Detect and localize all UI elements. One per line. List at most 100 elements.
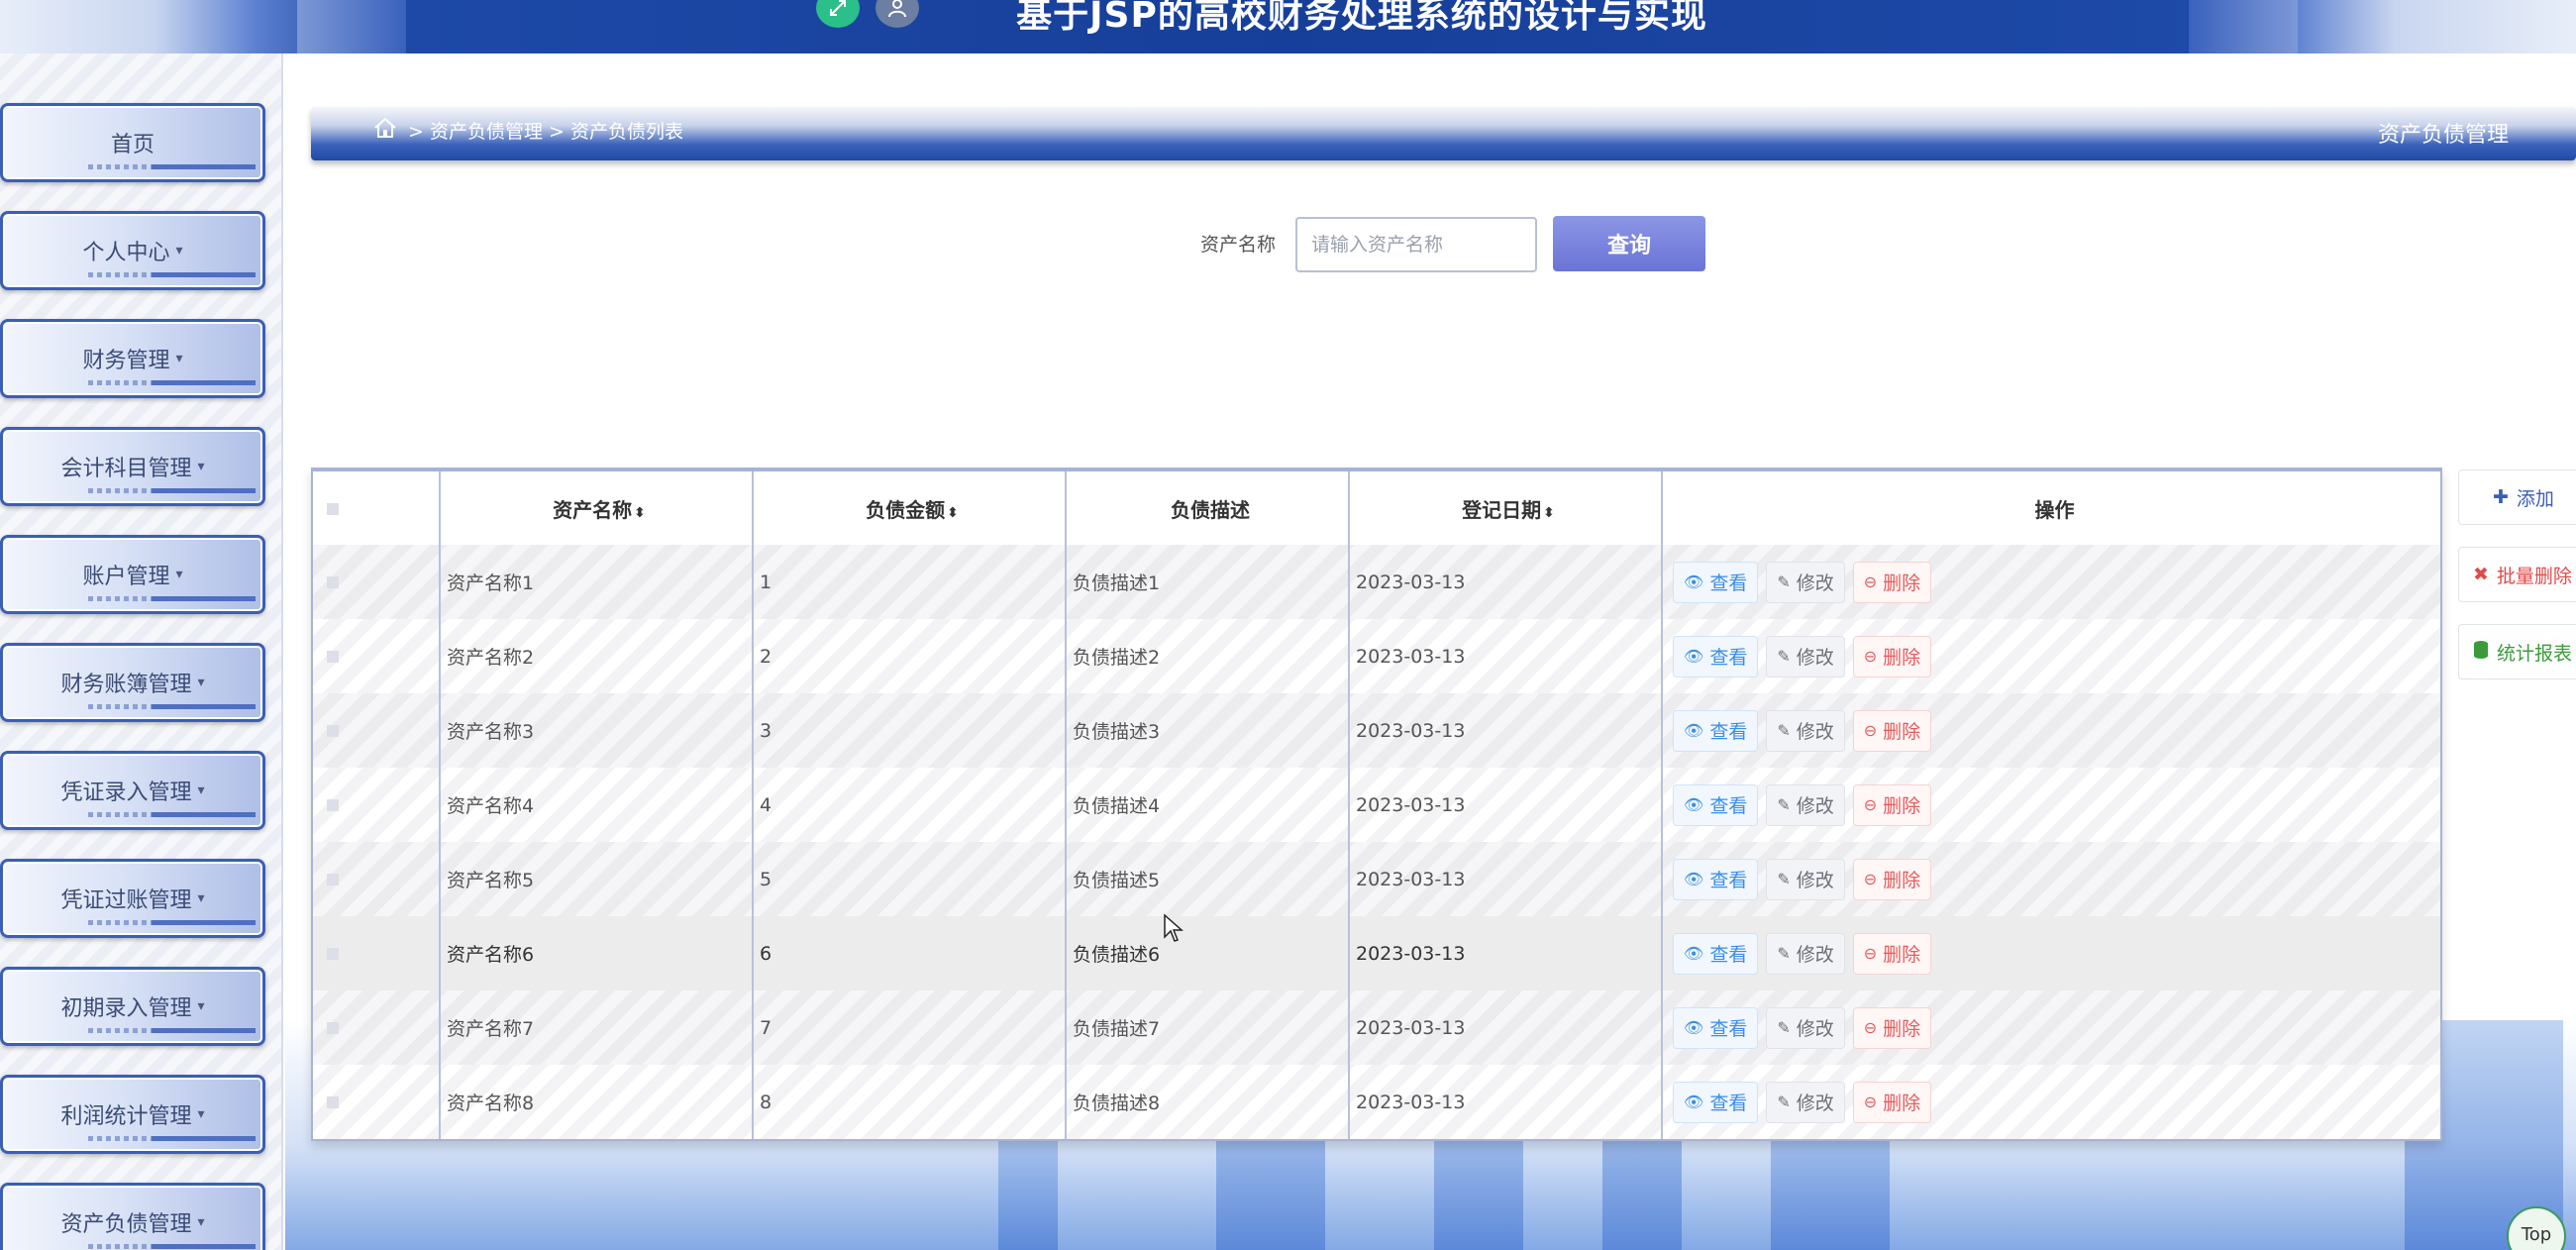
- row-checkbox[interactable]: [327, 650, 339, 663]
- column-label: 负债描述: [1171, 497, 1250, 522]
- delete-button[interactable]: ⊖ 删除: [1852, 1081, 1932, 1123]
- row-checkbox-cell[interactable]: [313, 768, 440, 842]
- row-checkbox[interactable]: [327, 798, 339, 811]
- view-button[interactable]: 👁 查看: [1673, 1006, 1759, 1049]
- select-all-checkbox[interactable]: [327, 503, 339, 515]
- row-checkbox[interactable]: [327, 724, 339, 737]
- delete-button[interactable]: ⊖ 删除: [1852, 1006, 1932, 1049]
- select-all-checkbox-cell[interactable]: [313, 471, 440, 545]
- row-checkbox[interactable]: [327, 873, 339, 885]
- table-row[interactable]: 资产名称4 4 负债描述4 2023-03-13 👁 查看 ✎ 修改 ⊖ 删除: [313, 768, 2440, 842]
- sort-icon[interactable]: ⬍: [1543, 505, 1555, 521]
- edit-button[interactable]: ✎ 修改: [1766, 1006, 1845, 1049]
- delete-button[interactable]: ⊖ 删除: [1852, 783, 1932, 826]
- cell-amount: 2: [752, 619, 1066, 693]
- edit-button[interactable]: ✎ 修改: [1766, 635, 1845, 677]
- view-button-label: 查看: [1709, 573, 1748, 594]
- edit-button[interactable]: ✎ 修改: [1766, 858, 1845, 900]
- cell-operations: 👁 查看 ✎ 修改 ⊖ 删除: [1661, 990, 2440, 1065]
- row-checkbox-cell[interactable]: [313, 990, 440, 1065]
- row-checkbox[interactable]: [327, 1095, 339, 1108]
- table-row[interactable]: 资产名称2 2 负债描述2 2023-03-13 👁 查看 ✎ 修改 ⊖ 删除: [313, 619, 2440, 693]
- column-amount[interactable]: 负债金额 ⬍: [752, 471, 1066, 545]
- delete-button-label: 删除: [1883, 795, 1921, 817]
- view-button[interactable]: 👁 查看: [1673, 635, 1759, 677]
- batch-delete-button[interactable]: ✖ 批量删除: [2458, 547, 2576, 602]
- delete-button[interactable]: ⊖ 删除: [1852, 932, 1932, 975]
- sidebar-item-7[interactable]: 凭证过账管理 ▾: [0, 859, 265, 938]
- cell-date: 2023-03-13: [1348, 619, 1662, 693]
- table-row[interactable]: 资产名称6 6 负债描述6 2023-03-13 👁 查看 ✎ 修改 ⊖ 删除: [313, 916, 2440, 990]
- view-button[interactable]: 👁 查看: [1673, 932, 1759, 975]
- asset-name-search-input[interactable]: [1295, 217, 1537, 272]
- breadcrumb-separator: >: [408, 121, 424, 143]
- home-icon[interactable]: [372, 115, 398, 145]
- sidebar-item-2[interactable]: 财务管理 ▾: [0, 319, 265, 398]
- delete-button[interactable]: ⊖ 删除: [1852, 635, 1932, 677]
- menu-decoration: [152, 704, 256, 709]
- delete-button-label: 删除: [1883, 1018, 1921, 1040]
- view-button[interactable]: 👁 查看: [1673, 1081, 1759, 1123]
- sidebar-item-1[interactable]: 个人中心 ▾: [0, 211, 265, 290]
- row-checkbox-cell[interactable]: [313, 916, 440, 990]
- edit-button[interactable]: ✎ 修改: [1766, 709, 1845, 752]
- table-row[interactable]: 资产名称5 5 负债描述5 2023-03-13 👁 查看 ✎ 修改 ⊖ 删除: [313, 842, 2440, 916]
- sidebar-item-8[interactable]: 初期录入管理 ▾: [0, 967, 265, 1046]
- cell-date: 2023-03-13: [1348, 990, 1662, 1065]
- row-checkbox[interactable]: [327, 947, 339, 960]
- delete-button-label: 删除: [1883, 573, 1921, 594]
- menu-decoration: [152, 1244, 256, 1249]
- table-row[interactable]: 资产名称1 1 负债描述1 2023-03-13 👁 查看 ✎ 修改 ⊖ 删除: [313, 545, 2440, 619]
- sidebar-item-9[interactable]: 利润统计管理 ▾: [0, 1075, 265, 1154]
- cell-operations: 👁 查看 ✎ 修改 ⊖ 删除: [1661, 916, 2440, 990]
- row-checkbox-cell[interactable]: [313, 842, 440, 916]
- sidebar-item-3[interactable]: 会计科目管理 ▾: [0, 427, 265, 506]
- view-button-label: 查看: [1709, 1093, 1748, 1114]
- add-button[interactable]: ✚ 添加: [2458, 469, 2576, 525]
- view-button[interactable]: 👁 查看: [1673, 709, 1759, 752]
- view-button[interactable]: 👁 查看: [1673, 783, 1759, 826]
- sidebar-item-label: 首页: [110, 133, 155, 157]
- chevron-down-icon: ▾: [197, 782, 205, 798]
- row-checkbox[interactable]: [327, 575, 339, 588]
- menu-decoration: [152, 164, 256, 169]
- edit-button[interactable]: ✎ 修改: [1766, 783, 1845, 826]
- row-checkbox-cell[interactable]: [313, 619, 440, 693]
- delete-button[interactable]: ⊖ 删除: [1852, 561, 1932, 603]
- view-button[interactable]: 👁 查看: [1673, 561, 1759, 603]
- sidebar-item-label: 会计科目管理: [60, 457, 192, 481]
- row-checkbox-cell[interactable]: [313, 1065, 440, 1139]
- breadcrumb-item-asset-liability[interactable]: 资产负债管理: [430, 121, 543, 143]
- cell-description: 负债描述7: [1065, 990, 1349, 1065]
- column-asset-name[interactable]: 资产名称 ⬍: [439, 471, 753, 545]
- fullscreen-button[interactable]: [816, 0, 860, 28]
- edit-button[interactable]: ✎ 修改: [1766, 561, 1845, 603]
- report-button[interactable]: 统计报表: [2458, 624, 2576, 679]
- cell-operations: 👁 查看 ✎ 修改 ⊖ 删除: [1661, 842, 2440, 916]
- sidebar-item-10[interactable]: 资产负债管理 ▾: [0, 1183, 265, 1250]
- sidebar-item-6[interactable]: 凭证录入管理 ▾: [0, 751, 265, 830]
- delete-button[interactable]: ⊖ 删除: [1852, 858, 1932, 900]
- delete-button[interactable]: ⊖ 删除: [1852, 709, 1932, 752]
- view-button[interactable]: 👁 查看: [1673, 858, 1759, 900]
- row-checkbox-cell[interactable]: [313, 693, 440, 768]
- sort-icon[interactable]: ⬍: [634, 505, 646, 521]
- column-date[interactable]: 登记日期 ⬍: [1348, 471, 1662, 545]
- edit-button[interactable]: ✎ 修改: [1766, 932, 1845, 975]
- cell-asset-name: 资产名称6: [439, 916, 753, 990]
- column-label: 操作: [2034, 497, 2075, 522]
- edit-button[interactable]: ✎ 修改: [1766, 1081, 1845, 1123]
- table-row[interactable]: 资产名称7 7 负债描述7 2023-03-13 👁 查看 ✎ 修改 ⊖ 删除: [313, 990, 2440, 1065]
- cell-description: 负债描述2: [1065, 619, 1349, 693]
- row-checkbox[interactable]: [327, 1021, 339, 1034]
- table-row[interactable]: 资产名称8 8 负债描述8 2023-03-13 👁 查看 ✎ 修改 ⊖ 删除: [313, 1065, 2440, 1139]
- row-checkbox-cell[interactable]: [313, 545, 440, 619]
- sidebar-item-5[interactable]: 财务账簿管理 ▾: [0, 643, 265, 722]
- sidebar-item-0[interactable]: 首页: [0, 103, 265, 182]
- table-row[interactable]: 资产名称3 3 负债描述3 2023-03-13 👁 查看 ✎ 修改 ⊖ 删除: [313, 693, 2440, 768]
- search-button[interactable]: 查询: [1553, 216, 1705, 271]
- sort-icon[interactable]: ⬍: [947, 505, 959, 521]
- cell-date: 2023-03-13: [1348, 916, 1662, 990]
- page-title: 资产负债管理: [2377, 123, 2509, 148]
- sidebar-item-4[interactable]: 账户管理 ▾: [0, 535, 265, 614]
